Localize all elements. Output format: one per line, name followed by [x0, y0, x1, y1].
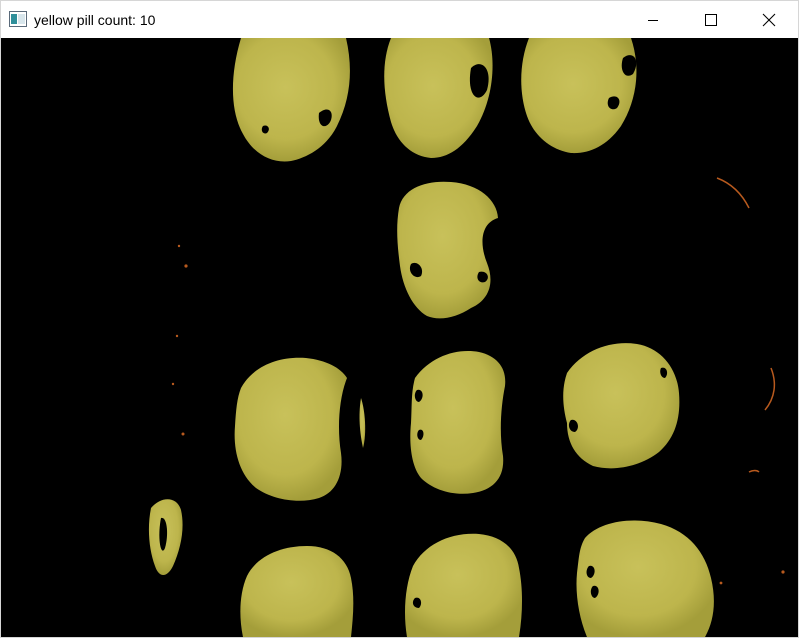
close-button[interactable] — [740, 1, 798, 38]
noise-speck — [171, 382, 175, 386]
noise-speck — [181, 432, 185, 436]
app-window: yellow pill count: 10 — [0, 0, 799, 638]
maximize-button[interactable] — [682, 1, 740, 38]
noise-speck — [175, 334, 179, 338]
pill-mask-image — [1, 38, 798, 637]
window-app-icon — [9, 11, 27, 27]
noise-speck — [184, 264, 188, 268]
minimize-button[interactable] — [624, 1, 682, 38]
pill-shape — [234, 357, 347, 501]
noise-speck — [781, 570, 785, 574]
title-bar[interactable]: yellow pill count: 10 — [1, 1, 798, 38]
noise-speck — [719, 581, 723, 585]
minimize-icon — [648, 19, 658, 21]
image-canvas — [1, 38, 798, 637]
close-icon — [762, 13, 776, 26]
maximize-icon — [705, 13, 717, 26]
window-title: yellow pill count: 10 — [34, 12, 156, 28]
pill-shape — [397, 181, 498, 319]
noise-speck — [177, 244, 181, 248]
pill-shape — [410, 351, 506, 494]
